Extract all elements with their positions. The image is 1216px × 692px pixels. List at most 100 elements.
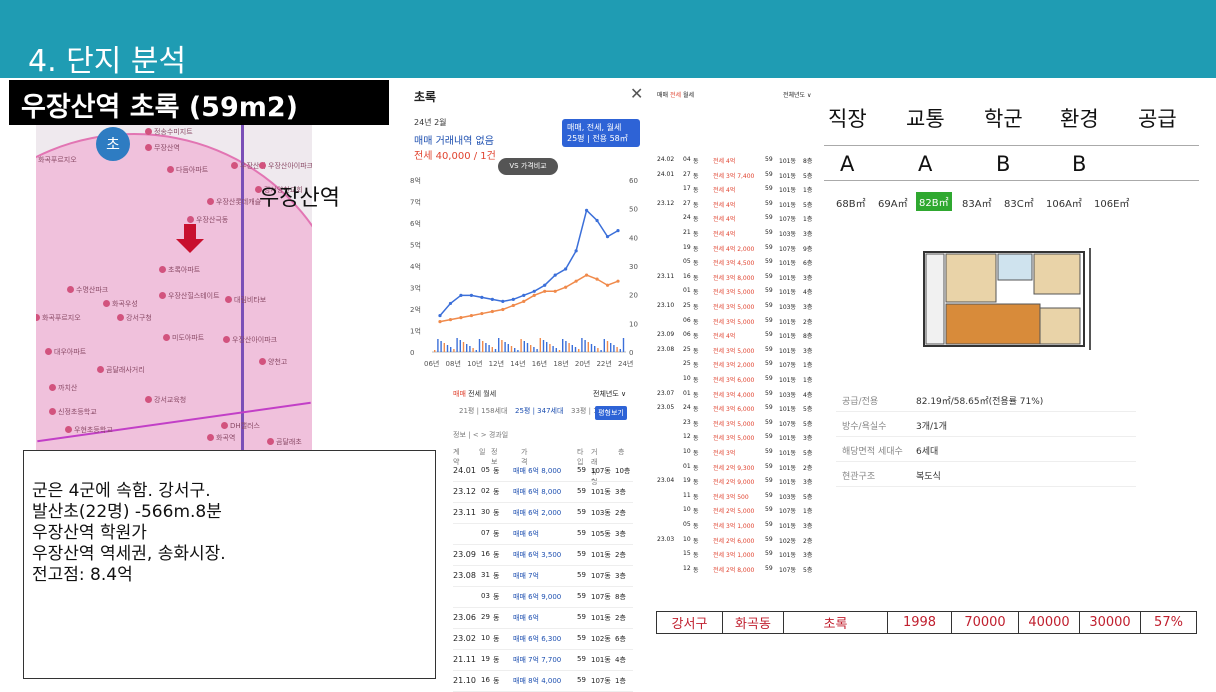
price-chart: 8억 7억 6억 5억 4억 3억 2억 1억 0 60 50 40 30 20 10 0 06년 08년 10년 1… — [410, 177, 638, 368]
table-row[interactable]: 23 동 전세 3억 5,000 59 107동 5층 — [657, 415, 815, 430]
area-tab[interactable]: 106A㎡ — [1046, 195, 1082, 210]
area-tab[interactable]: 83A㎡ — [962, 195, 992, 210]
area-tab[interactable]: 106E㎡ — [1094, 195, 1129, 210]
map-pin-icon[interactable] — [45, 348, 52, 355]
table-row[interactable]: 10 동 전세 2억 5,000 59 107동 1층 — [657, 502, 815, 517]
table-cell: 16 — [481, 676, 490, 684]
table-row[interactable]: 23.09 06 동 전세 4억 59 101동 8층 — [657, 327, 815, 342]
table-row[interactable]: 11 동 전세 3억 500 59 103동 5층 — [657, 488, 815, 503]
table-row[interactable]: 23.10 25 동 전세 3억 5,000 59 103동 3층 — [657, 298, 815, 313]
table-row[interactable]: 23.04 19 동 전세 2억 9,000 59 101동 3층 — [657, 473, 815, 488]
table-row[interactable]: 01 동 전세 2억 9,300 59 101동 2층 — [657, 459, 815, 474]
volume-bar — [485, 343, 487, 352]
table-row[interactable]: 23.08 25 동 전세 3억 5,000 59 101동 3층 — [657, 342, 815, 357]
tab-sale[interactable]: 매매 — [453, 390, 466, 398]
table-row[interactable]: 23.02 10 동 매매 6억 6,300 59 102동 6층 — [453, 628, 633, 650]
map-pin-icon[interactable] — [159, 292, 166, 299]
table-cell: 59 — [765, 156, 773, 163]
map-pin-icon[interactable] — [163, 334, 170, 341]
table-row[interactable]: 23.05 24 동 전세 3억 6,000 59 101동 5층 — [657, 400, 815, 415]
table-row[interactable]: 21.10 16 동 매매 8억 4,000 59 107동 1층 — [453, 670, 633, 692]
table-row[interactable]: 12 동 전세 2억 8,000 59 107동 5층 — [657, 561, 815, 576]
table-row[interactable]: 06 동 전세 3억 5,000 59 101동 2층 — [657, 313, 815, 328]
table-row[interactable]: 23.11 16 동 전세 3억 8,000 59 101동 3층 — [657, 269, 815, 284]
table-row[interactable]: 23.08 31 동 매매 7억 59 107동 3층 — [453, 565, 633, 587]
table-row[interactable]: 19 동 전세 4억 2,000 59 107동 9층 — [657, 240, 815, 255]
table-row[interactable]: 24.02 04 동 전세 4억 59 101동 8층 — [657, 152, 815, 167]
grade-header-job: 직장 — [828, 107, 867, 131]
tab-jeonse[interactable]: 전세 — [670, 92, 681, 99]
school-badge[interactable]: 초 — [96, 127, 130, 161]
tab-monthly[interactable]: 월세 — [683, 92, 694, 99]
map-pin-icon[interactable] — [267, 438, 274, 445]
map-pin-icon[interactable] — [259, 162, 266, 169]
map-pin-icon[interactable] — [65, 426, 72, 433]
table-row[interactable]: 24 동 전세 4억 59 107동 1층 — [657, 210, 815, 225]
pyeong-view-button[interactable]: 평형보기 — [595, 406, 627, 420]
table-row[interactable]: 10 동 전세 3억 6,000 59 101동 1층 — [657, 371, 815, 386]
deal-tabs-b[interactable]: 매매 전세 월세 — [657, 90, 694, 99]
map-pin-icon[interactable] — [49, 384, 56, 391]
table-row[interactable]: 03 동 매매 6억 9,000 59 107동 8층 — [453, 586, 633, 608]
vs-compare-button[interactable]: VS 가격비교 — [498, 158, 558, 175]
map-pin-icon[interactable] — [117, 314, 124, 321]
map-pin-icon[interactable] — [67, 286, 74, 293]
map-pin-icon[interactable] — [167, 166, 174, 173]
table-row[interactable]: 25 동 전세 3억 2,000 59 107동 1층 — [657, 356, 815, 371]
tab-jeonse[interactable]: 전세 — [468, 390, 481, 398]
table-row[interactable]: 23.11 30 동 매매 6억 2,000 59 103동 2층 — [453, 502, 633, 524]
table-row[interactable]: 23.12 27 동 전세 4억 59 101동 5층 — [657, 196, 815, 211]
close-icon[interactable]: ✕ — [630, 84, 643, 103]
table-row[interactable]: 07 동 매매 6억 59 105동 3층 — [453, 523, 633, 545]
type-25[interactable]: 25평 | 347세대 — [515, 406, 563, 416]
table-row[interactable]: 23.03 10 동 전세 2억 6,000 59 102동 2층 — [657, 532, 815, 547]
map-pin-icon[interactable] — [187, 216, 194, 223]
tab-sale[interactable]: 매매 — [657, 92, 668, 99]
table-row[interactable]: 21 동 전세 4억 59 103동 3층 — [657, 225, 815, 240]
map-pin-icon[interactable] — [145, 144, 152, 151]
map-pin-icon[interactable] — [49, 408, 56, 415]
map-pin-icon[interactable] — [221, 422, 228, 429]
map-pin-icon[interactable] — [145, 128, 152, 135]
tab-monthly[interactable]: 월세 — [483, 390, 496, 398]
area-tab[interactable]: 68B㎡ — [836, 195, 866, 210]
table-row[interactable]: 10 동 전세 3억 59 101동 5층 — [657, 444, 815, 459]
map-pin-icon[interactable] — [145, 396, 152, 403]
map-pin-icon[interactable] — [103, 300, 110, 307]
table-row[interactable]: 21.11 19 동 매매 7억 7,700 59 101동 4층 — [453, 649, 633, 671]
map-pin-icon[interactable] — [223, 336, 230, 343]
map-pin-icon[interactable] — [97, 366, 104, 373]
map-pin-icon[interactable] — [159, 266, 166, 273]
map-pin-icon[interactable] — [207, 434, 214, 441]
table-row[interactable]: 23.06 29 동 매매 6억 59 101동 2층 — [453, 607, 633, 629]
table-row[interactable]: 05 동 전세 3억 1,000 59 101동 3층 — [657, 517, 815, 532]
table-row[interactable]: 23.09 16 동 매매 6억 3,500 59 101동 2층 — [453, 544, 633, 566]
area-tab-selected[interactable]: 82B㎡ — [916, 192, 952, 211]
area-tab[interactable]: 69A㎡ — [878, 195, 908, 210]
table-row[interactable]: 05 동 전세 3억 4,500 59 101동 6층 — [657, 254, 815, 269]
area-tabs[interactable]: 68B㎡ 69A㎡ 82B㎡ 83A㎡ 83C㎡ 106A㎡ 106E㎡ — [832, 192, 1162, 212]
area-tab[interactable]: 83C㎡ — [1004, 195, 1034, 210]
y-tick-label: 2억 — [410, 306, 421, 314]
table-row[interactable]: 15 동 전세 3억 1,000 59 101동 3층 — [657, 546, 815, 561]
data-point — [438, 320, 442, 324]
table-row[interactable]: 23.12 02 동 매매 6억 8,000 59 101동 3층 — [453, 481, 633, 503]
map-pin-icon[interactable] — [225, 296, 232, 303]
table-row[interactable]: 01 동 전세 3억 5,000 59 101동 4층 — [657, 283, 815, 298]
period-select[interactable]: 전체년도 ∨ — [593, 389, 626, 399]
location-map[interactable]: 정송수미지트 무장산역 화곡푸르지오 다듬아파트 우장산역 우장산아이파크 강서양천교회 우장… — [36, 125, 312, 450]
table-row[interactable]: 12 동 전세 3억 5,000 59 101동 3층 — [657, 429, 815, 444]
table-row[interactable]: 23.07 01 동 전세 3억 4,000 59 103동 4층 — [657, 386, 815, 401]
type-selector[interactable]: 매매, 전세, 월세 25평 | 전용 58㎡ — [562, 119, 640, 147]
map-pin-icon[interactable] — [259, 358, 266, 365]
volume-bar — [466, 344, 468, 352]
table-row[interactable]: 17 동 전세 4억 59 101동 1층 — [657, 181, 815, 196]
map-pin-icon[interactable] — [231, 162, 238, 169]
type-21[interactable]: 21평 | 158세대 — [459, 406, 507, 416]
period-select[interactable]: 전체년도 ∨ — [783, 90, 811, 99]
deal-tabs[interactable]: 매매 전세 월세 — [453, 389, 496, 399]
map-label: 우장산롯데캐슬 — [216, 198, 262, 206]
table-row[interactable]: 24.01 27 동 전세 3억 7,400 59 101동 5층 — [657, 167, 815, 182]
table-row[interactable]: 24.01 05 동 매매 6억 8,000 59 107동 10층 — [453, 460, 633, 482]
map-pin-icon[interactable] — [207, 198, 214, 205]
